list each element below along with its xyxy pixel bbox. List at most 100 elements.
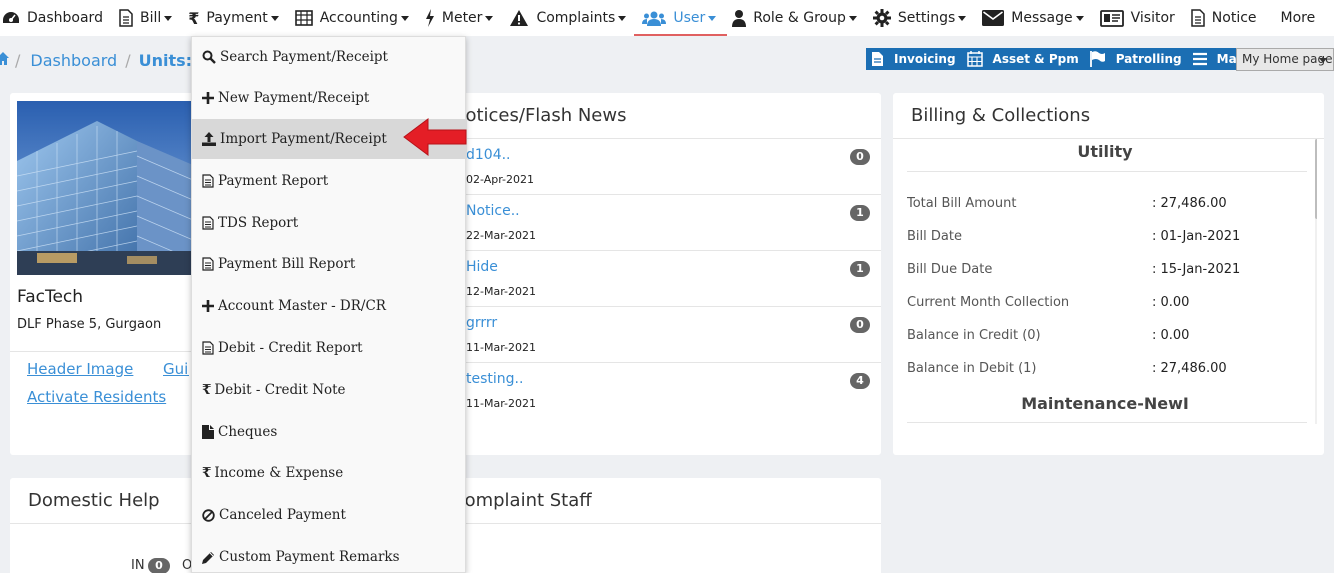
bill-row-value: : 0.00 (1152, 295, 1190, 310)
nav-dashboard-label: Dashboard (27, 10, 103, 26)
nav-more[interactable]: More (1281, 0, 1323, 36)
chevron-down-icon (958, 15, 967, 21)
divider (907, 422, 1307, 423)
notice-date: 11-Mar-2021 (466, 341, 536, 354)
invoicing-label: Invoicing (894, 52, 956, 66)
list-item[interactable]: Hide 12-Mar-2021 1 (466, 251, 876, 307)
invoicing-button[interactable]: Invoicing (866, 48, 962, 70)
menu-item-label: Payment Bill Report (218, 256, 356, 272)
quick-links-bar: Invoicing Asset & Ppm Patrolling Master (866, 48, 1270, 70)
notice-date: 02-Apr-2021 (466, 173, 535, 186)
notice-title[interactable]: Notice.. (466, 203, 520, 219)
nav-meter[interactable]: Meter (425, 0, 501, 36)
count-badge: 1 (850, 205, 870, 221)
menu-item-payment-report[interactable]: Payment Report (192, 161, 467, 201)
chevron-down-icon (1075, 15, 1084, 21)
bill-row-value: : 01-Jan-2021 (1152, 229, 1241, 244)
notices-title: Notices/Flash News (452, 105, 627, 126)
scrollbar-thumb[interactable] (1315, 139, 1317, 219)
chevron-down-icon (1319, 58, 1327, 63)
asset-ppm-button[interactable]: Asset & Ppm (962, 48, 1085, 70)
home-page-select[interactable]: My Home page (1236, 48, 1334, 71)
asset-ppm-label: Asset & Ppm (992, 52, 1079, 66)
breadcrumb-separator: / (125, 51, 131, 70)
patrolling-button[interactable]: Patrolling (1085, 48, 1188, 70)
nav-accounting-label: Accounting (319, 10, 398, 26)
users-icon (642, 11, 667, 26)
property-address: DLF Phase 5, Gurgaon (17, 317, 162, 332)
doc-icon (872, 52, 883, 66)
bill-row-value: : 15-Jan-2021 (1152, 262, 1241, 277)
patrolling-label: Patrolling (1115, 52, 1182, 66)
menu-item-debit-credit-note[interactable]: ₹ Debit - Credit Note (192, 370, 467, 410)
nav-settings[interactable]: Settings (872, 0, 973, 36)
menu-item-canceled-payment[interactable]: Canceled Payment (192, 495, 467, 535)
divider (907, 171, 1307, 172)
doc-icon (202, 341, 214, 355)
menu-item-cheques[interactable]: Cheques (192, 412, 467, 452)
dashboard-icon (3, 12, 19, 23)
billing-scroll-area[interactable]: Utility Total Bill Amount : 27,486.00 Bi… (907, 139, 1317, 424)
nav-visitor-label: Visitor (1130, 10, 1175, 26)
bill-row-value: : 27,486.00 (1152, 196, 1227, 211)
menu-icon (1192, 52, 1207, 66)
menu-item-label: Debit - Credit Note (214, 382, 346, 398)
maintenance-header: Maintenance-NewI (1021, 394, 1189, 413)
menu-item-search-payment[interactable]: Search Payment/Receipt (192, 37, 467, 77)
chevron-down-icon (848, 15, 857, 21)
red-arrow-icon (403, 118, 467, 156)
nav-complaints[interactable]: Complaints (509, 0, 633, 36)
menu-item-income-expense[interactable]: ₹ Income & Expense (192, 453, 467, 493)
menu-item-tds-report[interactable]: TDS Report (192, 203, 467, 243)
rupee-icon: ₹ (202, 465, 212, 481)
chevron-down-icon (485, 15, 494, 21)
guide-link[interactable]: Guide (163, 360, 189, 378)
menu-item-custom-payment-remarks[interactable]: Custom Payment Remarks (192, 537, 467, 573)
billing-panel: Billing & Collections Utility Total Bill… (893, 93, 1324, 455)
menu-item-new-payment[interactable]: New Payment/Receipt (192, 78, 467, 118)
nav-message-label: Message (1011, 10, 1073, 26)
nav-accounting[interactable]: Accounting (294, 0, 416, 36)
list-item[interactable]: testing.. 11-Mar-2021 4 (466, 363, 876, 419)
file-solid-icon (202, 425, 214, 439)
menu-item-label: Custom Payment Remarks (219, 549, 400, 565)
pencil-icon (202, 551, 214, 564)
complaint-staff-title: Complaint Staff (452, 490, 592, 511)
notice-title[interactable]: d104.. (466, 147, 511, 163)
menu-item-payment-bill-report[interactable]: Payment Bill Report (192, 244, 467, 284)
activate-residents-link[interactable]: Activate Residents (27, 388, 166, 406)
in-label: IN (131, 558, 145, 573)
list-item[interactable]: Notice.. 22-Mar-2021 1 (466, 195, 876, 251)
notice-title[interactable]: Hide (466, 259, 498, 275)
nav-payment-label: Payment (206, 10, 268, 26)
notice-title[interactable]: testing.. (466, 371, 523, 387)
count-badge: 0 (850, 149, 870, 165)
nav-payment[interactable]: ₹ Payment (188, 0, 285, 36)
breadcrumb-dashboard[interactable]: Dashboard (30, 51, 117, 70)
utility-header: Utility (1077, 142, 1133, 161)
menu-item-label: Account Master - DR/CR (218, 298, 386, 314)
list-item[interactable]: grrrr 11-Mar-2021 0 (466, 307, 876, 363)
nav-user[interactable]: User (634, 0, 728, 36)
notice-title[interactable]: grrrr (466, 315, 497, 331)
nav-notice[interactable]: Notice (1191, 0, 1264, 36)
user-icon (732, 10, 747, 27)
nav-message[interactable]: Message (982, 0, 1090, 36)
notice-date: 12-Mar-2021 (466, 285, 536, 298)
nav-bill[interactable]: Bill (119, 0, 179, 36)
bill-row-label: Balance in Debit (1) (907, 361, 1037, 376)
calendar-icon (966, 51, 983, 67)
bill-row-label: Bill Date (907, 229, 962, 244)
flag-icon (1089, 51, 1105, 67)
menu-item-debit-credit-report[interactable]: Debit - Credit Report (192, 328, 467, 368)
nav-role-group[interactable]: Role & Group (732, 0, 864, 36)
menu-item-account-master[interactable]: Account Master - DR/CR (192, 286, 467, 326)
nav-complaints-label: Complaints (536, 10, 616, 26)
list-item[interactable]: d104.. 02-Apr-2021 0 (466, 139, 876, 195)
nav-visitor[interactable]: Visitor (1099, 0, 1182, 36)
nav-notice-label: Notice (1211, 10, 1257, 26)
header-image-link[interactable]: Header Image (27, 360, 133, 378)
doc-icon (202, 216, 214, 230)
nav-dashboard[interactable]: Dashboard (2, 0, 110, 36)
notice-date: 22-Mar-2021 (466, 229, 536, 242)
